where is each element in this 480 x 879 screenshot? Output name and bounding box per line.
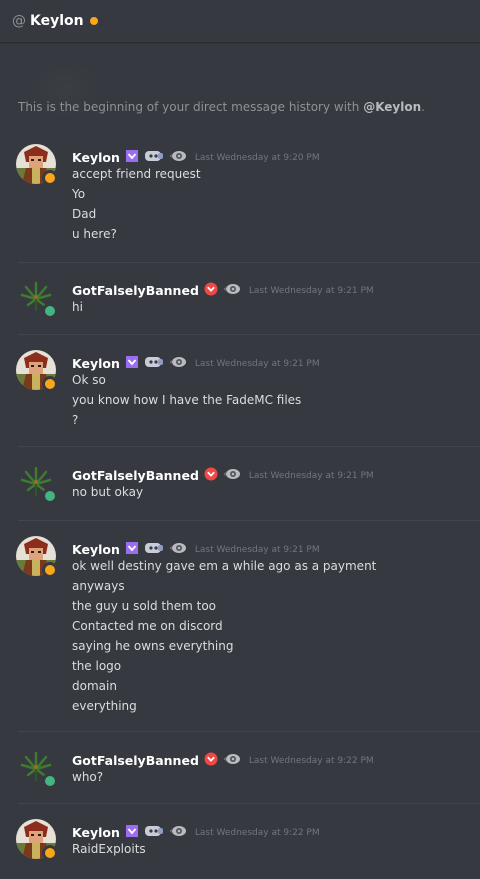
avatar[interactable]	[16, 462, 58, 504]
nitro-badge-icon[interactable]	[125, 354, 139, 373]
at-icon: @	[12, 13, 26, 29]
eye-badge-icon[interactable]	[223, 281, 241, 300]
idle-status-icon	[42, 845, 58, 861]
message-group-divider	[18, 262, 480, 263]
avatar[interactable]	[16, 747, 58, 789]
username[interactable]: Keylon	[72, 356, 120, 371]
message-text: saying he owns everything	[72, 639, 234, 653]
idle-status-icon	[89, 17, 98, 25]
idle-status-icon	[42, 170, 58, 186]
message-timestamp[interactable]: Last Wednesday at 9:22 PM	[249, 756, 374, 766]
discord-badge-icon[interactable]	[144, 823, 164, 842]
message-timestamp[interactable]: Last Wednesday at 9:22 PM	[195, 828, 320, 838]
message-timestamp[interactable]: Last Wednesday at 9:20 PM	[195, 153, 320, 163]
message-text: you know how I have the FadeMC files	[72, 393, 302, 407]
message-text: domain	[72, 679, 117, 693]
message-header: Keylon Last Wednesday at 9:21 PM	[72, 354, 320, 373]
dm-intro-text: This is the beginning of your direct mes…	[18, 100, 425, 114]
message-text: ?	[72, 413, 79, 427]
message-text: Contacted me on discord	[72, 619, 223, 633]
online-status-icon	[42, 488, 58, 504]
message-text: the logo	[72, 659, 122, 673]
avatar[interactable]	[16, 536, 58, 578]
intro-prefix: This is the beginning of your direct mes…	[18, 100, 364, 114]
eye-badge-icon[interactable]	[223, 751, 241, 770]
online-status-icon	[42, 303, 58, 319]
message-text: no but okay	[72, 485, 144, 499]
intro-mention[interactable]: @Keylon	[363, 100, 421, 114]
idle-status-icon	[42, 562, 58, 578]
message-header: GotFalselyBanned Last Wednesday at 9:21 P…	[72, 281, 374, 300]
message-text: RaidExploits	[72, 842, 146, 856]
red-chevron-badge-icon[interactable]	[204, 466, 218, 485]
message-timestamp[interactable]: Last Wednesday at 9:21 PM	[249, 471, 374, 481]
message-text: hi	[72, 300, 83, 314]
message-text: the guy u sold them too	[72, 599, 217, 613]
username[interactable]: Keylon	[72, 150, 120, 165]
message-group-divider	[18, 446, 480, 447]
message-text: anyways	[72, 579, 125, 593]
intro-suffix: .	[421, 100, 425, 114]
message-group-divider	[18, 334, 480, 335]
channel-header: @ Keylon	[0, 0, 480, 42]
message-group-divider	[18, 803, 480, 804]
avatar[interactable]	[16, 350, 58, 392]
message-timestamp[interactable]: Last Wednesday at 9:21 PM	[249, 286, 374, 296]
message-group-divider	[18, 731, 480, 732]
avatar[interactable]	[16, 819, 58, 861]
avatar[interactable]	[16, 277, 58, 319]
username[interactable]: GotFalselyBanned	[72, 283, 199, 298]
message-text: Yo	[72, 187, 86, 201]
message-text: everything	[72, 699, 137, 713]
eye-badge-icon[interactable]	[169, 354, 187, 373]
discord-badge-icon[interactable]	[144, 354, 164, 373]
avatar[interactable]	[16, 144, 58, 186]
username[interactable]: Keylon	[72, 542, 120, 557]
channel-title[interactable]: Keylon	[30, 13, 84, 29]
red-chevron-badge-icon[interactable]	[204, 751, 218, 770]
message-timestamp[interactable]: Last Wednesday at 9:21 PM	[195, 359, 320, 369]
message-text: u here?	[72, 227, 117, 241]
message-group-divider	[18, 520, 480, 521]
message-text: Ok so	[72, 373, 106, 387]
message-header: GotFalselyBanned Last Wednesday at 9:22 P…	[72, 751, 374, 770]
idle-status-icon	[42, 376, 58, 392]
message-text: who?	[72, 770, 104, 784]
eye-badge-icon[interactable]	[169, 823, 187, 842]
username[interactable]: GotFalselyBanned	[72, 753, 199, 768]
online-status-icon	[42, 773, 58, 789]
eye-badge-icon[interactable]	[223, 466, 241, 485]
username[interactable]: GotFalselyBanned	[72, 468, 199, 483]
username[interactable]: Keylon	[72, 825, 120, 840]
red-chevron-badge-icon[interactable]	[204, 281, 218, 300]
message-timestamp[interactable]: Last Wednesday at 9:21 PM	[195, 545, 320, 555]
message-text: accept friend request	[72, 167, 201, 181]
message-text: Dad	[72, 207, 97, 221]
message-text: ok well destiny gave em a while ago as a…	[72, 559, 377, 573]
